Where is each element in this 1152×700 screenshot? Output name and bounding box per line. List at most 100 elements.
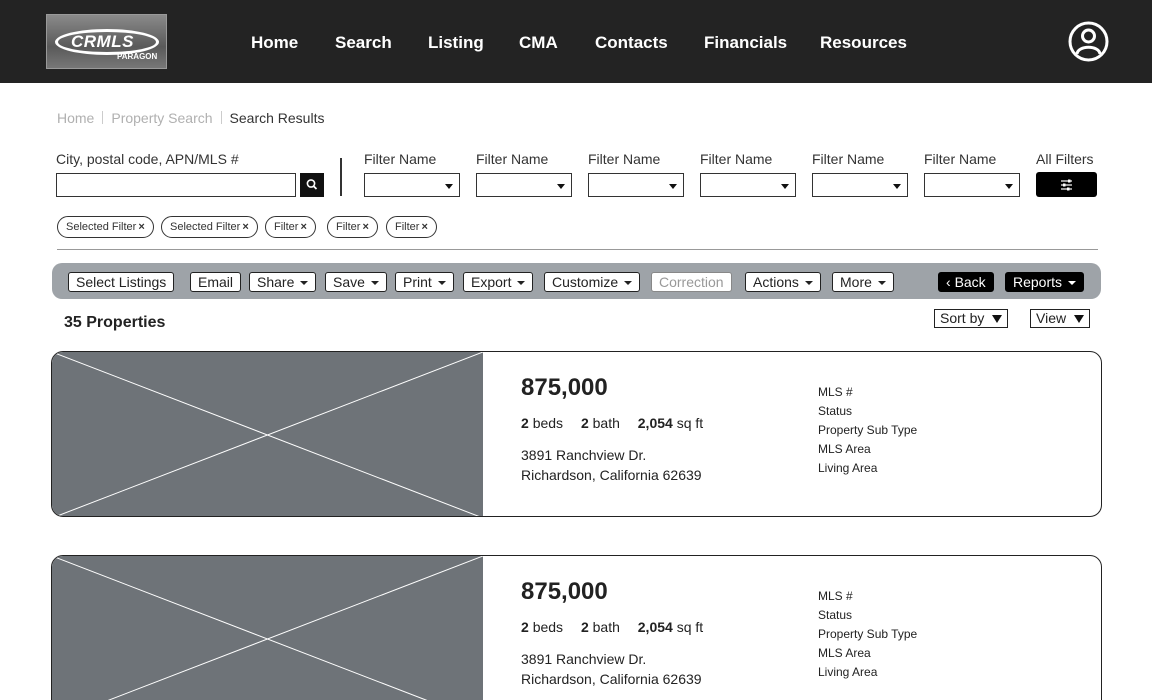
address-line-2: Richardson, California 62639 [521, 671, 702, 687]
selected-filter-chip: Filter × [327, 216, 378, 238]
image-placeholder-icon [52, 556, 483, 700]
caret-down-icon [1074, 315, 1085, 323]
view-dropdown[interactable]: View [1030, 309, 1091, 328]
field-status: Status [818, 404, 853, 418]
top-navigation-bar: CRMLS PARAGON Home Search Listing CMA Co… [0, 0, 1152, 83]
caret-down-icon [877, 281, 886, 285]
field-mls-area: MLS Area [818, 442, 871, 456]
selected-filter-chip: Filter × [265, 216, 316, 238]
filter-label: Filter Name [476, 151, 549, 167]
caret-down-icon [669, 184, 677, 189]
baths: 2 bath [580, 619, 620, 635]
listing-specs: 2 beds 2 bath 2,054 sq ft [521, 415, 717, 431]
caret-down-icon [437, 281, 446, 285]
image-placeholder-icon [52, 352, 483, 516]
results-count: 35 Properties [64, 314, 165, 332]
field-mls-area: MLS Area [818, 646, 871, 660]
print-button[interactable]: Print [395, 272, 454, 292]
filter-select[interactable] [812, 173, 908, 197]
chip-label: Filter [395, 221, 420, 233]
share-button[interactable]: Share [249, 272, 317, 292]
field-mls-number: MLS # [818, 385, 853, 399]
actions-button[interactable]: Actions [745, 272, 821, 292]
crmls-logo[interactable]: CRMLS PARAGON [46, 14, 167, 69]
nav-contacts[interactable]: Contacts [595, 33, 668, 53]
back-label: Back [954, 274, 986, 290]
listing-card[interactable]: 875,000 2 beds 2 bath 2,054 sq ft 3891 R… [51, 555, 1102, 700]
remove-chip-icon[interactable]: × [362, 221, 368, 233]
export-button[interactable]: Export [463, 272, 534, 292]
beds: 2 beds [521, 415, 564, 431]
caret-down-icon [992, 315, 1003, 323]
remove-chip-icon[interactable]: × [421, 221, 427, 233]
filter-label: Filter Name [364, 151, 437, 167]
filter-label: Filter Name [924, 151, 997, 167]
save-label: Save [333, 274, 365, 290]
sort-by-dropdown[interactable]: Sort by [934, 309, 1009, 328]
nav-cma[interactable]: CMA [519, 33, 558, 53]
nav-financials[interactable]: Financials [704, 33, 787, 53]
reports-button[interactable]: Reports [1005, 272, 1085, 292]
reports-label: Reports [1013, 274, 1063, 290]
select-listings-button[interactable]: Select Listings [68, 272, 175, 292]
sort-by-label: Sort by [940, 310, 985, 326]
search-input[interactable] [56, 173, 296, 197]
remove-chip-icon[interactable]: × [242, 221, 248, 233]
correction-button[interactable]: Correction [651, 272, 732, 292]
caret-down-icon [804, 281, 813, 285]
filter-select[interactable] [364, 173, 460, 197]
save-button[interactable]: Save [325, 272, 387, 292]
field-property-sub-type: Property Sub Type [818, 627, 918, 641]
caret-down-icon [893, 184, 901, 189]
share-label: Share [257, 274, 295, 290]
property-image-placeholder [52, 556, 483, 700]
print-label: Print [403, 274, 432, 290]
filter-select[interactable] [588, 173, 684, 197]
filter-select[interactable] [924, 173, 1020, 197]
filters-divider [57, 249, 1098, 250]
selected-filter-chip: Filter × [386, 216, 437, 238]
listing-specs: 2 beds 2 bath 2,054 sq ft [521, 619, 717, 635]
search-divider [340, 158, 342, 196]
sqft: 2,054 sq ft [637, 619, 704, 635]
filter-select[interactable] [700, 173, 796, 197]
address-line-1: 3891 Ranchview Dr. [521, 447, 647, 463]
field-living-area: Living Area [818, 665, 878, 679]
caret-down-icon [445, 184, 453, 189]
chip-label: Selected Filter [170, 221, 241, 233]
nav-listing[interactable]: Listing [428, 33, 484, 53]
caret-down-icon [517, 281, 526, 285]
listing-price: 875,000 [521, 374, 608, 401]
sqft: 2,054 sq ft [637, 415, 704, 431]
caret-down-icon [1068, 281, 1077, 285]
logo-subtext: PARAGON [117, 52, 158, 61]
caret-down-icon [557, 184, 565, 189]
more-button[interactable]: More [832, 272, 894, 292]
all-filters-button[interactable] [1036, 172, 1097, 197]
search-icon [306, 179, 318, 190]
results-count-label: Properties [86, 314, 166, 331]
nav-search[interactable]: Search [335, 33, 392, 53]
results-count-number: 35 [64, 314, 82, 331]
back-button[interactable]: ‹ Back [938, 272, 994, 292]
breadcrumb-home[interactable]: Home [57, 110, 94, 126]
nav-home[interactable]: Home [251, 33, 298, 53]
remove-chip-icon[interactable]: × [138, 221, 144, 233]
user-account-icon[interactable] [1068, 21, 1109, 62]
remove-chip-icon[interactable]: × [300, 221, 306, 233]
field-status: Status [818, 608, 853, 622]
filter-select[interactable] [476, 173, 572, 197]
chevron-left-icon: ‹ [946, 274, 951, 290]
listing-card[interactable]: 875,000 2 beds 2 bath 2,054 sq ft 3891 R… [51, 351, 1102, 517]
chip-label: Filter [336, 221, 361, 233]
nav-resources[interactable]: Resources [820, 33, 907, 53]
field-living-area: Living Area [818, 461, 878, 475]
customize-button[interactable]: Customize [544, 272, 641, 292]
address-line-2: Richardson, California 62639 [521, 467, 702, 483]
caret-down-icon [624, 281, 633, 285]
chip-label: Selected Filter [66, 221, 137, 233]
email-button[interactable]: Email [190, 272, 242, 292]
select-listings-label: Select Listings [76, 274, 167, 290]
search-button[interactable] [300, 173, 324, 197]
breadcrumb-property-search[interactable]: Property Search [111, 110, 212, 126]
